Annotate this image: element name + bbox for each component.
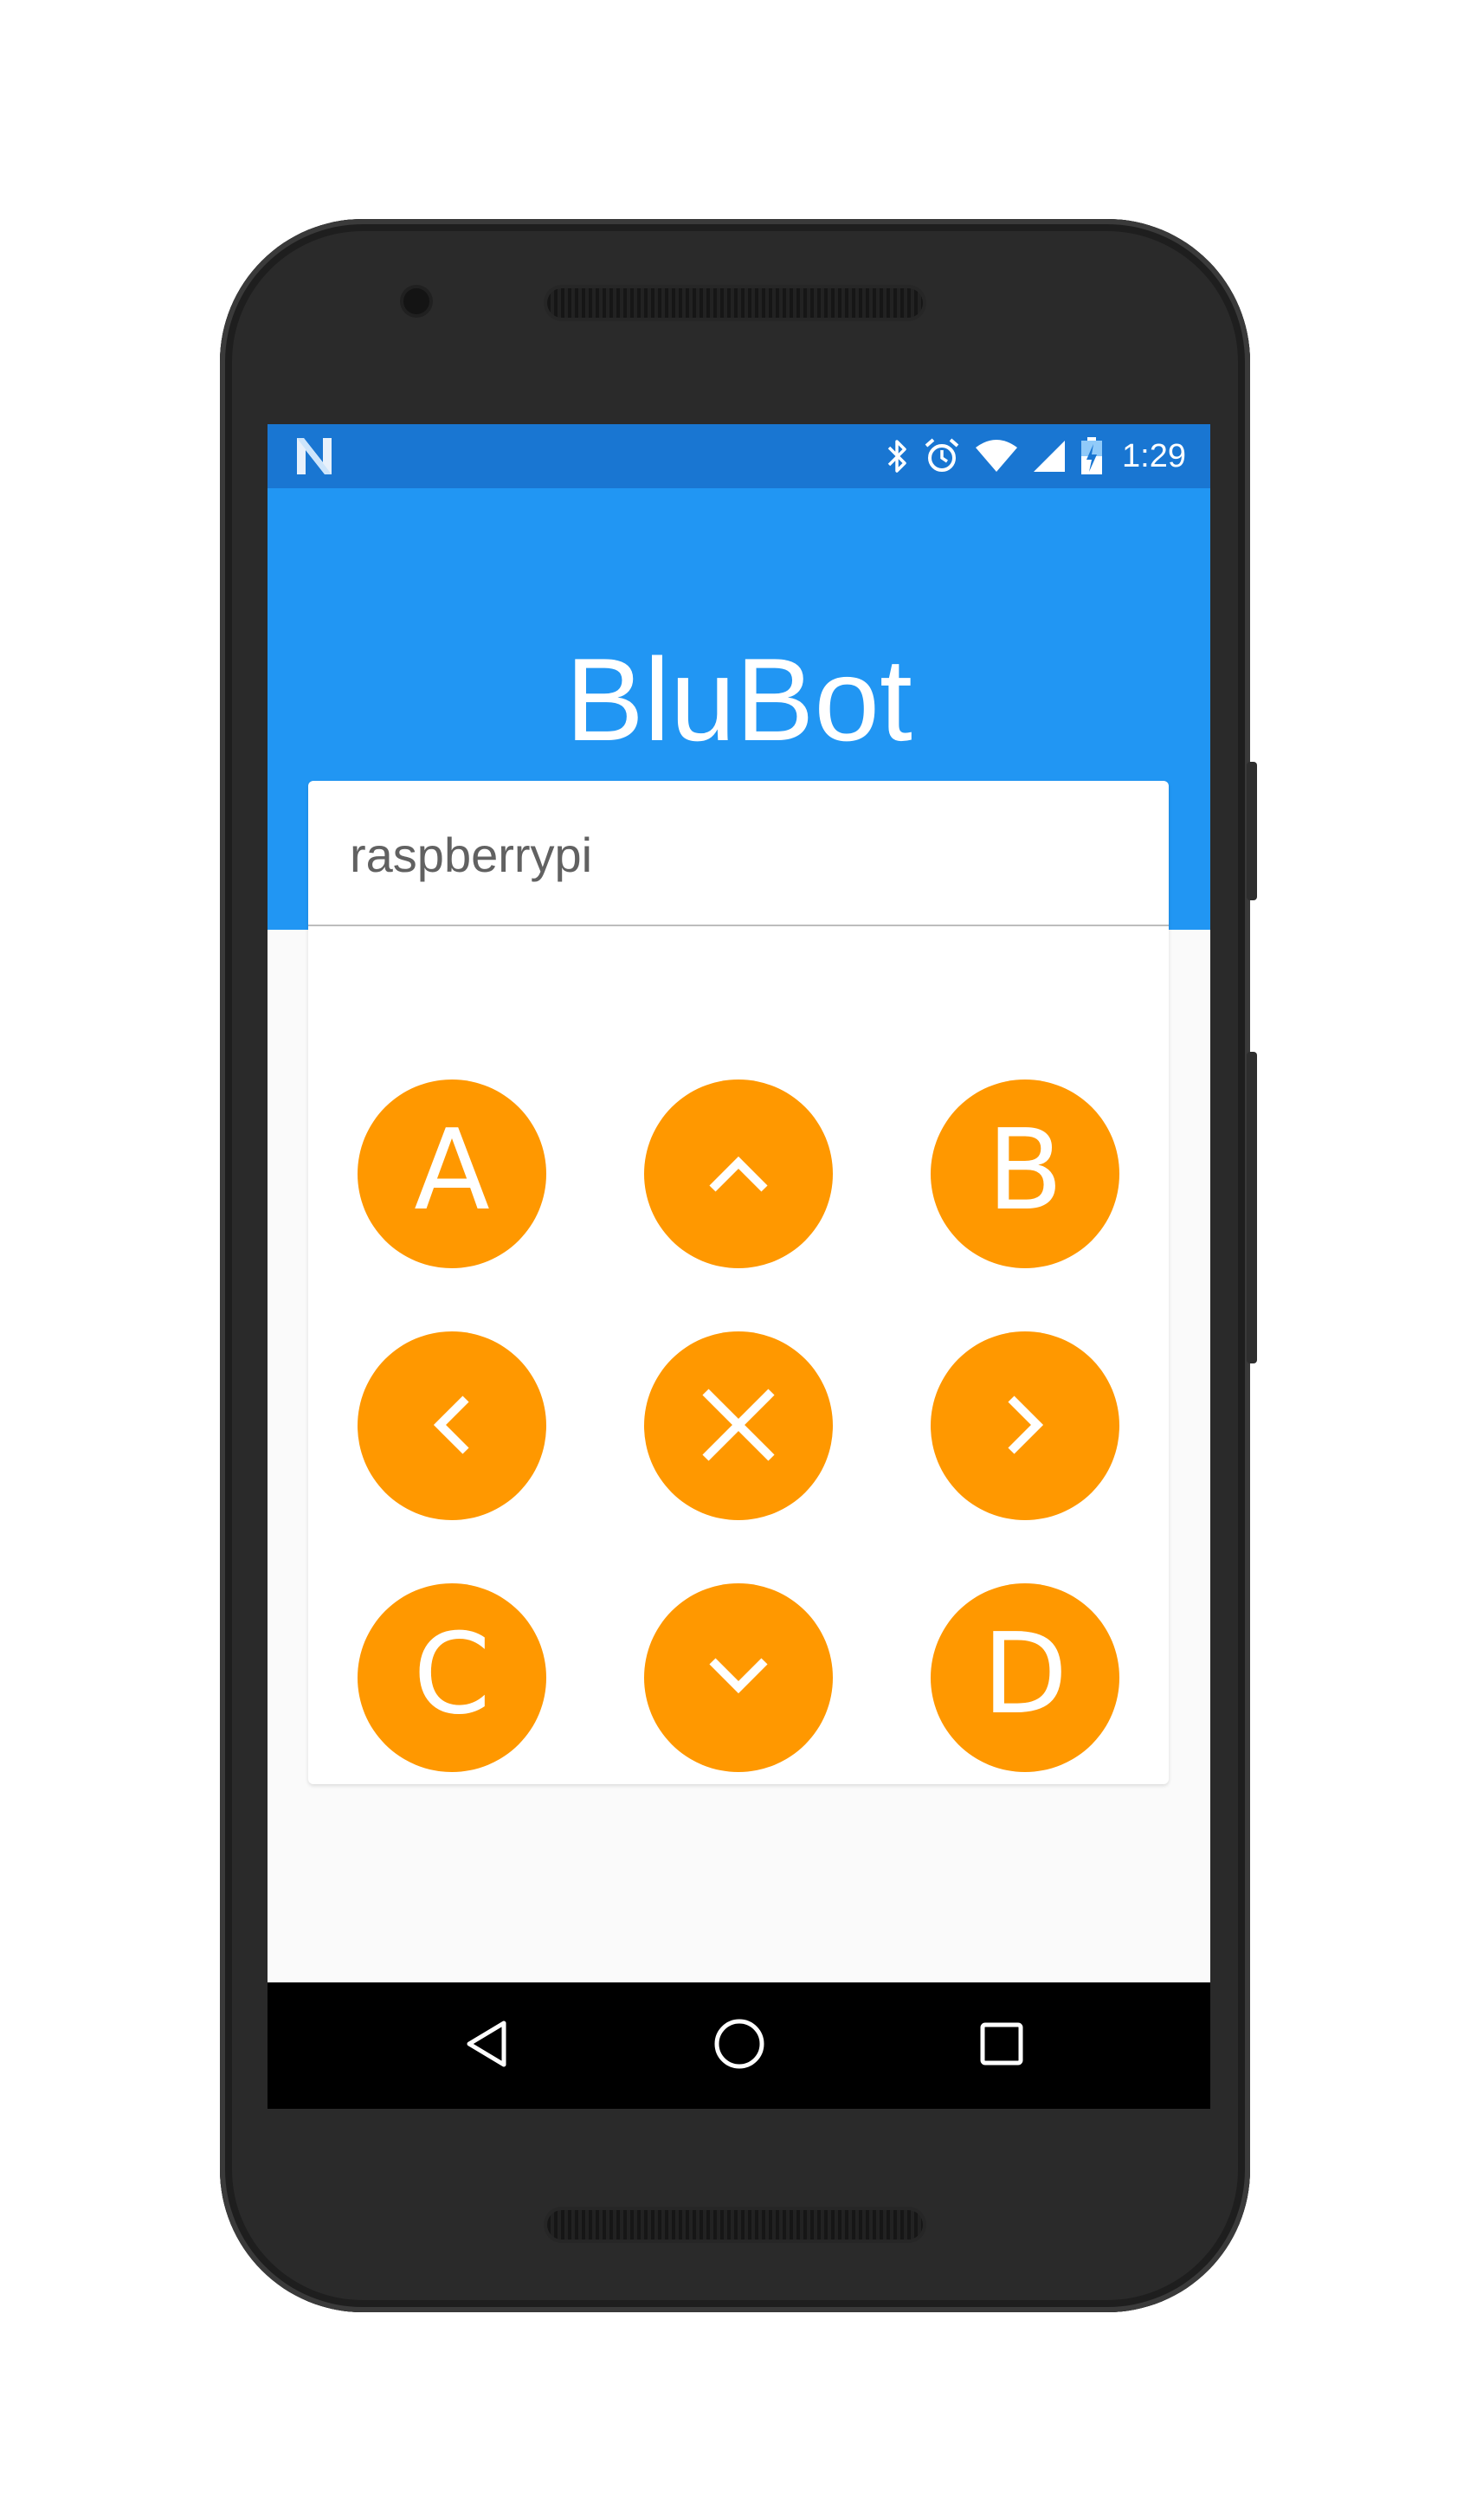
home-button[interactable] (702, 2008, 777, 2083)
top-speaker-grille (547, 288, 923, 318)
status-time: 1:29 (1122, 437, 1186, 474)
button-a[interactable]: A (358, 1080, 546, 1268)
status-icons: 1:29 (887, 424, 1186, 488)
recents-icon (977, 2020, 1026, 2072)
chevron-right-icon (999, 1390, 1051, 1462)
device-field[interactable] (308, 781, 1169, 926)
front-camera (403, 288, 429, 314)
button-c[interactable]: C (358, 1583, 546, 1772)
signal-icon (1032, 439, 1067, 474)
battery-charging-icon (1080, 437, 1103, 475)
controller-card: A B (308, 781, 1169, 1784)
wifi-icon (975, 439, 1018, 474)
button-d[interactable]: D (931, 1583, 1119, 1772)
left-button[interactable] (358, 1331, 546, 1520)
home-icon (712, 2016, 767, 2076)
right-button[interactable] (931, 1331, 1119, 1520)
back-button[interactable] (451, 2008, 525, 2083)
button-d-label: D (982, 1610, 1068, 1739)
button-b[interactable]: B (931, 1080, 1119, 1268)
button-c-label: C (413, 1610, 491, 1739)
volume-rocker[interactable] (1247, 1052, 1257, 1363)
close-icon (697, 1383, 780, 1469)
down-button[interactable] (644, 1583, 833, 1772)
app-title: BluBot (565, 634, 912, 765)
notification-n-icon (293, 436, 335, 476)
navigation-bar (268, 1982, 1210, 2109)
screen: 1:29 BluBot A B (268, 424, 1210, 2109)
bottom-speaker-grille (547, 2210, 923, 2240)
stop-button[interactable] (644, 1331, 833, 1520)
up-button[interactable] (644, 1080, 833, 1268)
phone-frame: 1:29 BluBot A B (220, 219, 1250, 2312)
alarm-icon (923, 437, 961, 475)
chevron-left-icon (426, 1390, 478, 1462)
button-b-label: B (987, 1106, 1063, 1235)
status-bar: 1:29 (268, 424, 1210, 488)
button-a-label: A (414, 1106, 490, 1235)
power-button[interactable] (1247, 762, 1257, 900)
back-icon (462, 2018, 514, 2074)
device-name-input[interactable] (350, 824, 1112, 885)
bluetooth-icon (887, 438, 909, 474)
chevron-up-icon (704, 1147, 773, 1202)
chevron-down-icon (704, 1651, 773, 1705)
recents-button[interactable] (964, 2008, 1039, 2083)
